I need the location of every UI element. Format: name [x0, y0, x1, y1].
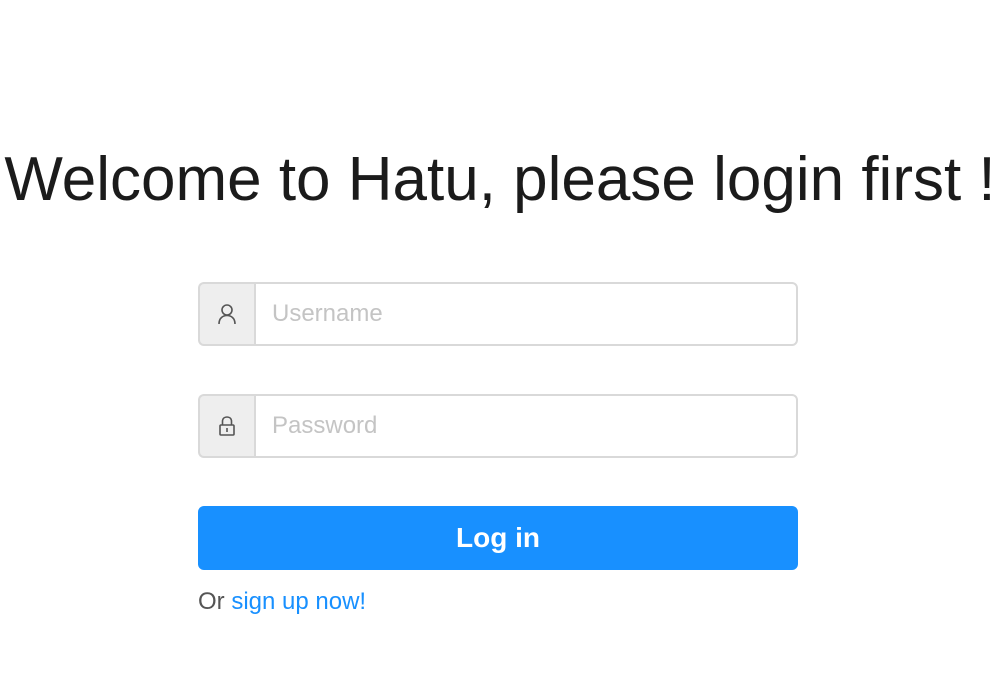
- password-input[interactable]: [254, 394, 798, 458]
- login-button[interactable]: Log in: [198, 506, 798, 570]
- page-title: Welcome to Hatu, please login first !: [4, 144, 996, 214]
- username-input[interactable]: [254, 282, 798, 346]
- signup-prefix: Or: [198, 588, 225, 615]
- username-input-group: [198, 282, 798, 346]
- signup-link[interactable]: sign up now!: [231, 588, 366, 615]
- user-icon: [198, 282, 254, 346]
- signup-prompt: Or sign up now!: [198, 588, 366, 616]
- password-input-group: [198, 394, 798, 458]
- lock-icon: [198, 394, 254, 458]
